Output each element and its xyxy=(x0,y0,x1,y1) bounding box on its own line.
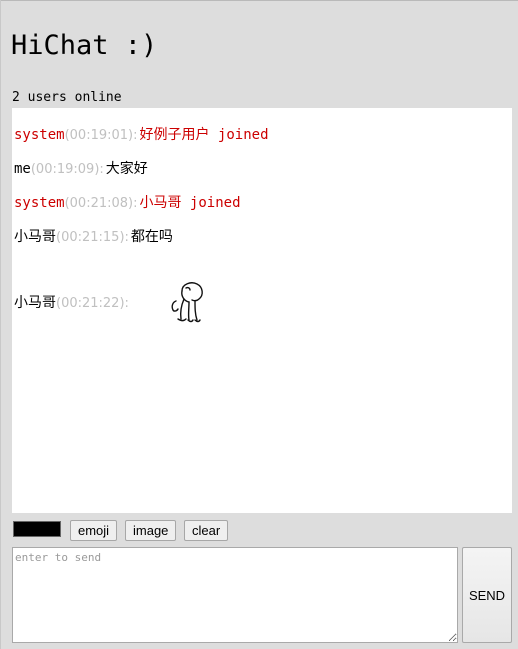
message-body: 好例子用户 joined xyxy=(139,127,269,143)
message-row: system(00:19:01): 好例子用户 joined xyxy=(14,125,269,146)
message-timestamp: (00:19:01): xyxy=(64,128,138,143)
message-row: 小马哥(00:21:15): 都在吗 xyxy=(14,227,173,248)
top-border xyxy=(0,0,518,1)
message-row: 小马哥(00:21:22): xyxy=(14,282,203,323)
message-history[interactable]: system(00:19:01): 好例子用户 joined me(00:19:0… xyxy=(12,108,512,513)
clear-button[interactable]: clear xyxy=(184,520,229,541)
message-timestamp: (00:21:08): xyxy=(64,196,138,211)
message-body: 都在吗 xyxy=(130,229,173,245)
message-timestamp: (00:21:15): xyxy=(56,230,129,245)
message-input[interactable] xyxy=(12,547,458,643)
image-button[interactable]: image xyxy=(125,520,177,541)
message-sender: 小马哥 xyxy=(14,295,56,311)
message-sender: 小马哥 xyxy=(14,229,56,245)
left-border xyxy=(0,0,1,649)
message-timestamp: (00:21:22): xyxy=(56,296,129,311)
toolbar: emoji image clear xyxy=(13,520,313,541)
message-row: system(00:21:08): 小马哥 joined xyxy=(14,193,241,214)
message-row: me(00:19:09): 大家好 xyxy=(14,159,148,180)
message-timestamp: (00:19:09): xyxy=(30,162,104,177)
cartoon-sticker-icon[interactable] xyxy=(164,279,206,325)
message-sender: system xyxy=(14,195,65,211)
message-body: 大家好 xyxy=(105,161,148,177)
message-sender: system xyxy=(14,127,65,143)
app-title: HiChat :) xyxy=(11,30,158,61)
message-body: 小马哥 joined xyxy=(139,195,241,211)
online-status: 2 users online xyxy=(12,90,122,105)
send-button[interactable]: SEND xyxy=(462,547,512,643)
message-sender: me xyxy=(14,161,31,177)
color-picker[interactable] xyxy=(13,521,61,537)
emoji-button[interactable]: emoji xyxy=(70,520,118,541)
